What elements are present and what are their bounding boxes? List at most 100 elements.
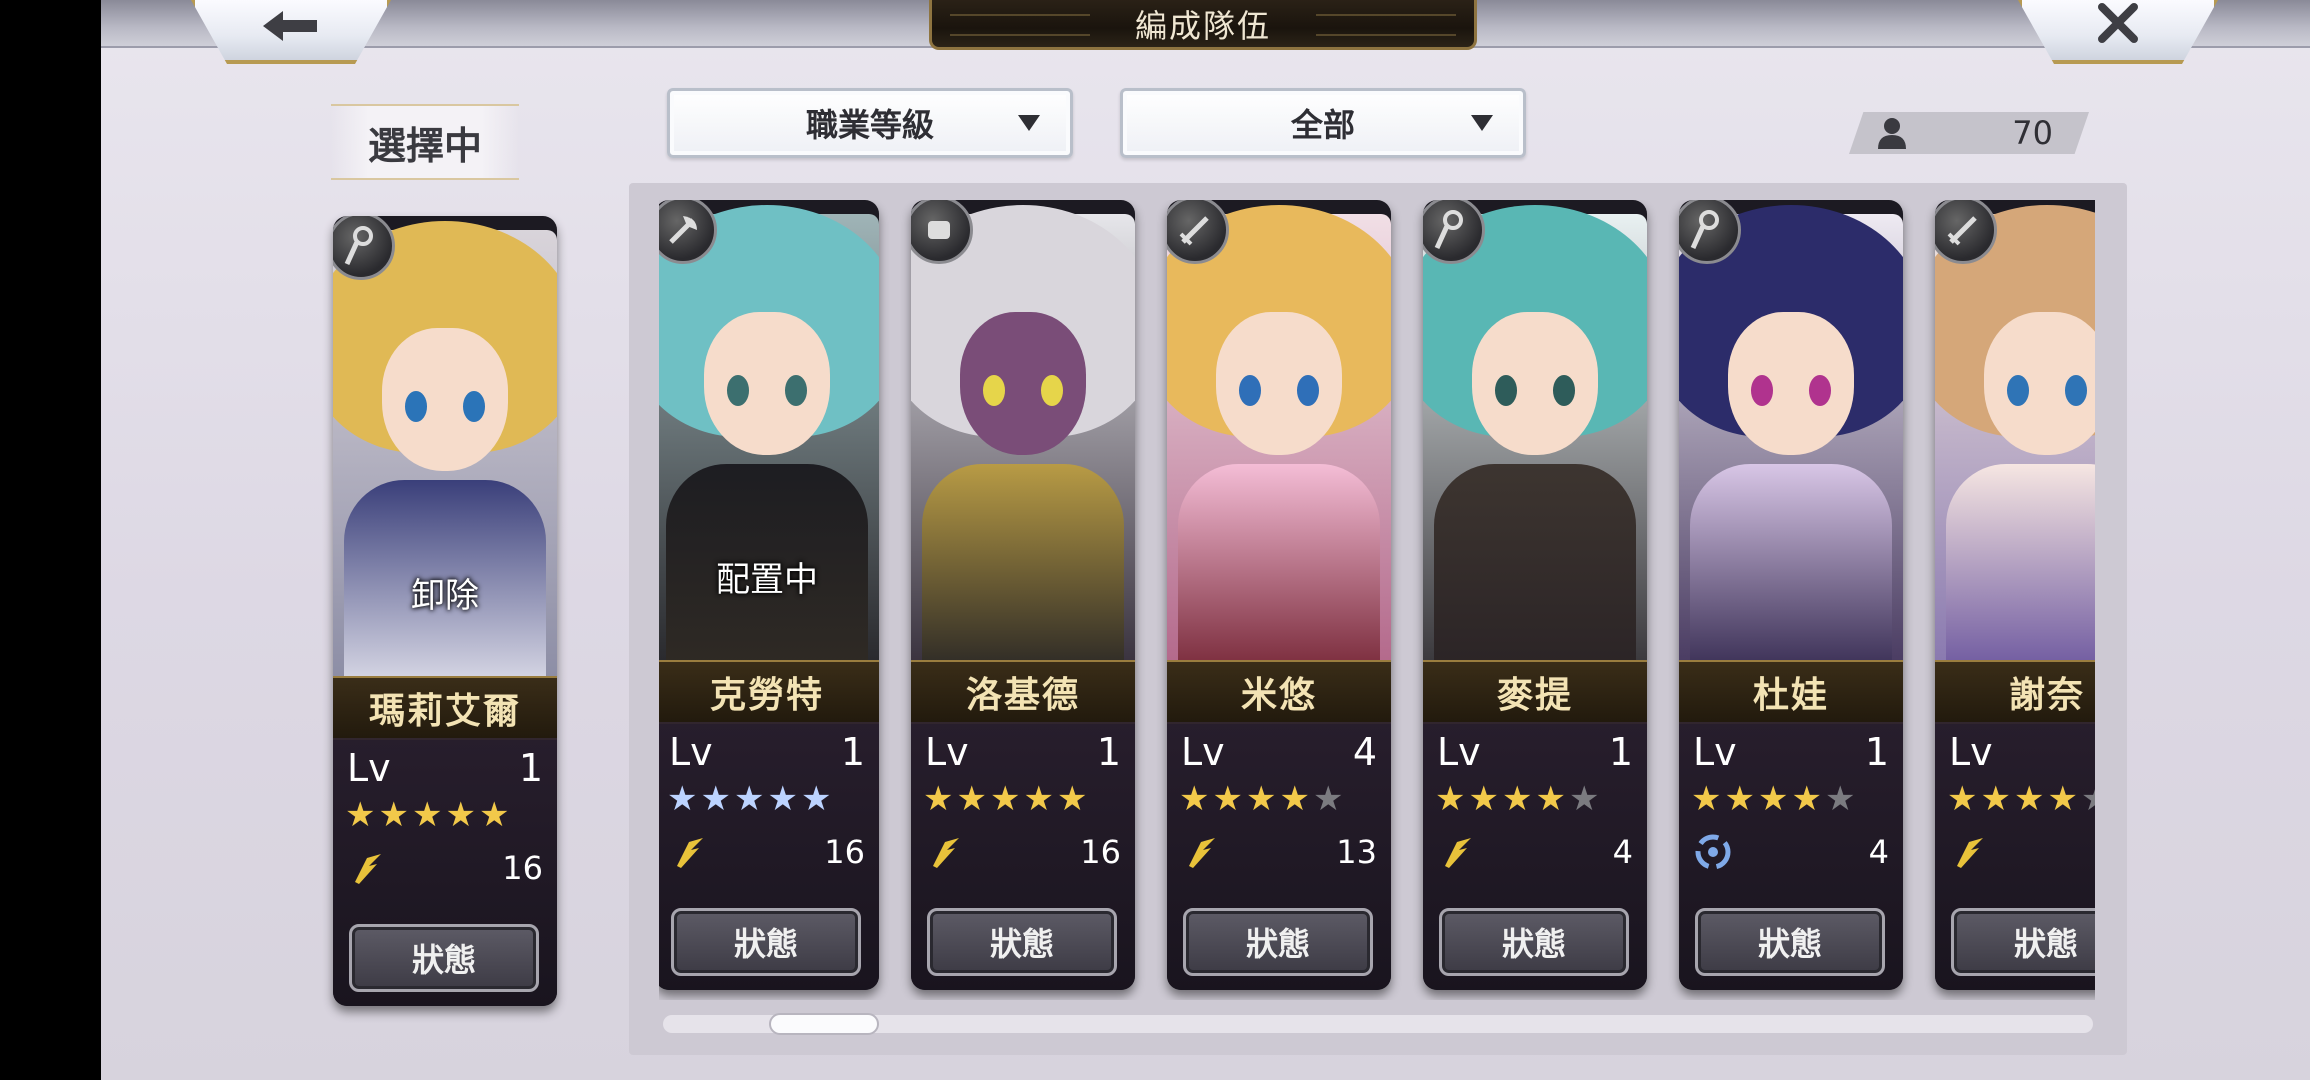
rarity-stars: ★★★★★	[345, 798, 509, 832]
star-filled-icon: ★	[1724, 779, 1755, 819]
star-filled-icon: ★	[345, 795, 376, 835]
rarity-stars: ★★★★★	[1179, 782, 1343, 816]
unit-card[interactable]: 謝奈 Lv ★★★★★ 狀態	[1935, 200, 2095, 990]
rarity-stars: ★★★★★	[1691, 782, 1855, 816]
star-filled-icon: ★	[1791, 779, 1822, 819]
level-value: 1	[840, 730, 865, 774]
star-filled-icon: ★	[800, 779, 832, 819]
star-empty-icon: ★	[1312, 779, 1344, 819]
status-button[interactable]: 狀態	[1695, 908, 1885, 976]
element-value: 16	[502, 849, 543, 887]
level-label: Lv	[1949, 730, 1993, 774]
star-filled-icon: ★	[1691, 779, 1722, 819]
unit-portrait	[1167, 205, 1391, 669]
unit-stats: Lv 1 ★ ★ ★ ★ ★ 16 狀態	[659, 722, 879, 990]
star-filled-icon: ★	[1501, 779, 1533, 819]
page-title: 編成隊伍	[929, 0, 1477, 50]
roster-scrollbar-thumb[interactable]	[769, 1013, 879, 1035]
unit-name: 瑪莉艾爾	[333, 676, 557, 740]
star-filled-icon: ★	[1980, 779, 2011, 819]
status-button[interactable]: 狀態	[1951, 908, 2095, 976]
element-value: 13	[1336, 833, 1377, 871]
dropdown-arrow-icon	[1471, 115, 1493, 131]
status-button[interactable]: 狀態	[927, 908, 1117, 976]
star-filled-icon: ★	[1056, 779, 1088, 819]
level-value: 1	[1864, 730, 1889, 774]
thunder-element-icon	[677, 838, 703, 868]
thunder-element-icon	[933, 838, 959, 868]
unit-name: 杜娃	[1679, 660, 1903, 724]
star-filled-icon: ★	[2013, 779, 2045, 819]
roster-list[interactable]: 配置中 克勞特 Lv 1 ★ ★ ★ ★ ★ 16 狀態 洛基德 Lv 1 ★ …	[659, 200, 2095, 1000]
star-filled-icon: ★	[923, 779, 954, 819]
rarity-stars: ★★★★★	[923, 782, 1087, 816]
close-button[interactable]	[2018, 0, 2218, 64]
unit-portrait	[1935, 205, 2095, 669]
unit-name: 洛基德	[911, 660, 1135, 724]
unit-count-badge: 70	[1849, 112, 2089, 154]
unit-stats: Lv 1 ★ ★ ★ ★ ★ 4 狀態	[1423, 722, 1647, 990]
rarity-stars: ★★★★★	[667, 782, 831, 816]
back-button[interactable]	[191, 0, 391, 64]
rarity-stars: ★★★★★	[1947, 782, 2095, 816]
star-filled-icon: ★	[1212, 779, 1243, 819]
element-value: 16	[824, 833, 865, 871]
level-label: Lv	[925, 730, 969, 774]
unit-card[interactable]: 杜娃 Lv 1 ★ ★ ★ ★ ★ 4 狀態	[1679, 200, 1903, 990]
unit-card[interactable]: 米悠 Lv 4 ★ ★ ★ ★ ★ 13 狀態	[1167, 200, 1391, 990]
team-formation-screen: 編成隊伍 選擇中 職業等級 全部 70 卸除 瑪莉艾爾 Lv 1 ★ ★ ★ ★ ★	[101, 0, 2310, 1080]
star-filled-icon: ★	[445, 795, 476, 835]
category-dropdown-value: 全部	[1290, 106, 1355, 144]
level-value: 1	[1096, 730, 1121, 774]
level-label: Lv	[347, 746, 391, 790]
level-value: 1	[518, 746, 543, 790]
unit-card[interactable]: 麥提 Lv 1 ★ ★ ★ ★ ★ 4 狀態	[1423, 200, 1647, 990]
status-button[interactable]: 狀態	[671, 908, 861, 976]
category-dropdown[interactable]: 全部	[1120, 88, 1526, 158]
unit-stats: Lv 1 ★ ★ ★ ★ ★ 16 狀態	[911, 722, 1135, 990]
sort-dropdown[interactable]: 職業等級	[667, 88, 1073, 158]
unit-name: 米悠	[1167, 660, 1391, 724]
sort-dropdown-value: 職業等級	[805, 106, 934, 144]
level-value: 4	[1352, 730, 1377, 774]
level-value: 1	[1608, 730, 1633, 774]
status-button[interactable]: 狀態	[1183, 908, 1373, 976]
status-button[interactable]: 狀態	[349, 924, 539, 992]
star-filled-icon: ★	[478, 795, 510, 835]
star-empty-icon: ★	[1824, 779, 1856, 819]
element-value: 16	[1080, 833, 1121, 871]
star-filled-icon: ★	[956, 779, 987, 819]
unit-card[interactable]: 洛基德 Lv 1 ★ ★ ★ ★ ★ 16 狀態	[911, 200, 1135, 990]
star-filled-icon: ★	[1435, 779, 1466, 819]
star-filled-icon: ★	[667, 779, 698, 819]
status-button[interactable]: 狀態	[1439, 908, 1629, 976]
star-filled-icon: ★	[1757, 779, 1789, 819]
unit-name: 謝奈	[1935, 660, 2095, 724]
star-filled-icon: ★	[1179, 779, 1210, 819]
unit-card[interactable]: 配置中 克勞特 Lv 1 ★ ★ ★ ★ ★ 16 狀態	[659, 200, 879, 990]
unit-name: 克勞特	[659, 660, 879, 724]
person-icon	[1878, 118, 1906, 149]
back-arrow-icon	[261, 0, 321, 54]
star-filled-icon: ★	[733, 779, 765, 819]
rarity-stars: ★★★★★	[1435, 782, 1599, 816]
thunder-element-icon	[355, 854, 381, 884]
selecting-label: 選擇中	[331, 104, 519, 180]
unit-portrait	[911, 205, 1135, 669]
remove-label: 卸除	[411, 576, 479, 616]
unit-stats: Lv 1 ★ ★ ★ ★ ★ 4 狀態	[1679, 722, 1903, 990]
wind-element-icon	[1695, 834, 1731, 870]
level-label: Lv	[669, 730, 713, 774]
selected-unit-card[interactable]: 卸除 瑪莉艾爾 Lv 1 ★ ★ ★ ★ ★ 16 狀態	[333, 216, 557, 1006]
star-filled-icon: ★	[1245, 779, 1277, 819]
level-label: Lv	[1437, 730, 1481, 774]
unit-portrait	[1423, 205, 1647, 669]
thunder-element-icon	[1189, 838, 1215, 868]
level-label: Lv	[1181, 730, 1225, 774]
level-label: Lv	[1693, 730, 1737, 774]
star-filled-icon: ★	[1279, 779, 1310, 819]
star-filled-icon: ★	[989, 779, 1021, 819]
star-filled-icon: ★	[378, 795, 409, 835]
star-filled-icon: ★	[1947, 779, 1978, 819]
element-value: 4	[1868, 833, 1889, 871]
